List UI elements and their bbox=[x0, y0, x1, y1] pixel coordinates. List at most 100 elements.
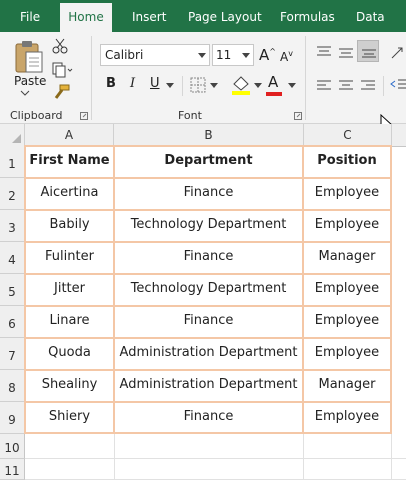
copy-icon[interactable] bbox=[52, 62, 74, 78]
table-border bbox=[24, 432, 392, 434]
paste-icon[interactable] bbox=[12, 38, 44, 74]
table-border bbox=[24, 209, 392, 211]
table-border bbox=[24, 337, 392, 339]
ribbon-tab-bar: File Home Insert Page Layout Formulas Da… bbox=[0, 0, 406, 32]
column-header-a[interactable]: A bbox=[25, 124, 114, 146]
table-cell[interactable]: Employee bbox=[304, 404, 390, 432]
group-divider bbox=[305, 36, 306, 120]
select-all-corner[interactable] bbox=[0, 124, 25, 146]
table-border bbox=[24, 241, 392, 243]
tab-data[interactable]: Data bbox=[356, 0, 385, 32]
font-size-dropdown-icon[interactable] bbox=[242, 53, 250, 58]
borders-dropdown-icon[interactable] bbox=[210, 83, 218, 88]
font-color-button[interactable]: A bbox=[268, 73, 278, 91]
decrease-indent-icon[interactable] bbox=[390, 78, 406, 92]
grow-font-button[interactable]: A^ bbox=[259, 46, 276, 64]
table-border bbox=[24, 145, 392, 147]
table-cell[interactable]: Finance bbox=[115, 180, 302, 209]
row-header[interactable]: 6 bbox=[0, 306, 25, 338]
clipboard-launcher-icon[interactable] bbox=[80, 112, 88, 120]
divider bbox=[182, 76, 183, 96]
row-header[interactable]: 2 bbox=[0, 178, 25, 210]
middle-align-icon[interactable] bbox=[338, 46, 354, 58]
font-name-box[interactable]: Calibri bbox=[100, 44, 210, 66]
table-cell[interactable]: Employee bbox=[304, 308, 390, 337]
align-left-icon[interactable] bbox=[316, 80, 332, 92]
shrink-font-button[interactable]: Av bbox=[280, 49, 293, 64]
tab-file[interactable]: File bbox=[20, 0, 40, 32]
table-cell[interactable]: Technology Department bbox=[115, 212, 302, 241]
table-cell[interactable]: Employee bbox=[304, 180, 390, 209]
top-align-icon[interactable] bbox=[316, 46, 332, 58]
table-cell[interactable]: Quoda bbox=[26, 340, 113, 369]
fill-color-dropdown-icon[interactable] bbox=[254, 83, 262, 88]
underline-button[interactable]: U bbox=[150, 76, 160, 91]
header-cell-position[interactable]: Position bbox=[304, 148, 390, 177]
table-border bbox=[24, 369, 392, 371]
row-header[interactable]: 5 bbox=[0, 274, 25, 306]
fill-color-icon[interactable] bbox=[230, 74, 252, 96]
table-cell[interactable]: Administration Department bbox=[115, 340, 302, 369]
row-header[interactable]: 11 bbox=[0, 459, 25, 480]
italic-button[interactable]: I bbox=[130, 76, 135, 91]
table-cell[interactable]: Finance bbox=[115, 244, 302, 273]
table-cell[interactable]: Employee bbox=[304, 340, 390, 369]
table-border bbox=[24, 305, 392, 307]
table-cell[interactable]: Employee bbox=[304, 212, 390, 241]
tab-home[interactable]: Home bbox=[60, 3, 112, 32]
align-right-icon[interactable] bbox=[360, 80, 376, 92]
table-cell[interactable]: Technology Department bbox=[115, 276, 302, 305]
table-cell[interactable]: Manager bbox=[304, 244, 390, 273]
row-header[interactable]: 4 bbox=[0, 242, 25, 274]
table-cell[interactable]: Shealiny bbox=[26, 372, 113, 401]
orientation-icon[interactable] bbox=[390, 44, 406, 60]
paste-button[interactable]: Paste bbox=[14, 74, 46, 88]
font-group-label: Font bbox=[178, 109, 202, 122]
grow-font-glyph: A bbox=[259, 46, 270, 64]
column-header-b[interactable]: B bbox=[114, 124, 304, 146]
select-all-icon bbox=[12, 134, 21, 143]
row-header[interactable]: 8 bbox=[0, 370, 25, 402]
format-painter-icon[interactable] bbox=[52, 84, 70, 100]
tab-insert[interactable]: Insert bbox=[132, 0, 166, 32]
borders-icon[interactable] bbox=[190, 77, 206, 93]
row-header[interactable]: 3 bbox=[0, 210, 25, 242]
tab-formulas[interactable]: Formulas bbox=[280, 0, 335, 32]
font-size-value: 11 bbox=[216, 48, 232, 62]
table-cell[interactable]: Fulinter bbox=[26, 244, 113, 273]
gridline bbox=[303, 434, 304, 480]
column-header-c[interactable]: C bbox=[304, 124, 392, 146]
table-cell[interactable]: Administration Department bbox=[115, 372, 302, 401]
table-cell[interactable]: Linare bbox=[26, 308, 113, 337]
paste-dropdown-icon[interactable] bbox=[20, 90, 30, 96]
font-color-swatch bbox=[266, 92, 282, 96]
divider bbox=[383, 76, 384, 96]
row-header[interactable]: 1 bbox=[0, 146, 25, 178]
font-size-box[interactable]: 11 bbox=[212, 44, 254, 66]
row-header[interactable]: 7 bbox=[0, 338, 25, 370]
row-header[interactable]: 10 bbox=[0, 434, 25, 459]
table-cell[interactable]: Finance bbox=[115, 308, 302, 337]
table-cell[interactable]: Manager bbox=[304, 372, 390, 401]
row-header[interactable]: 9 bbox=[0, 402, 25, 434]
table-cell[interactable]: Finance bbox=[115, 404, 302, 432]
group-divider bbox=[91, 36, 92, 120]
align-center-icon[interactable] bbox=[338, 80, 354, 92]
underline-dropdown-icon[interactable] bbox=[166, 83, 174, 88]
font-launcher-icon[interactable] bbox=[294, 112, 302, 120]
header-cell-department[interactable]: Department bbox=[115, 148, 302, 177]
table-border bbox=[24, 273, 392, 275]
column-header-bar: A B C bbox=[0, 124, 406, 147]
table-cell[interactable]: Shiery bbox=[26, 404, 113, 432]
bottom-align-button[interactable] bbox=[357, 40, 379, 62]
table-cell[interactable]: Babily bbox=[26, 212, 113, 241]
font-color-dropdown-icon[interactable] bbox=[288, 83, 296, 88]
table-cell[interactable]: Employee bbox=[304, 276, 390, 305]
header-cell-first-name[interactable]: First Name bbox=[26, 148, 113, 177]
table-cell[interactable]: Aicertina bbox=[26, 180, 113, 209]
font-name-dropdown-icon[interactable] bbox=[198, 53, 206, 58]
bold-button[interactable]: B bbox=[106, 76, 116, 91]
table-cell[interactable]: Jitter bbox=[26, 276, 113, 305]
tab-page-layout[interactable]: Page Layout bbox=[188, 0, 262, 32]
cut-icon[interactable] bbox=[52, 38, 68, 54]
